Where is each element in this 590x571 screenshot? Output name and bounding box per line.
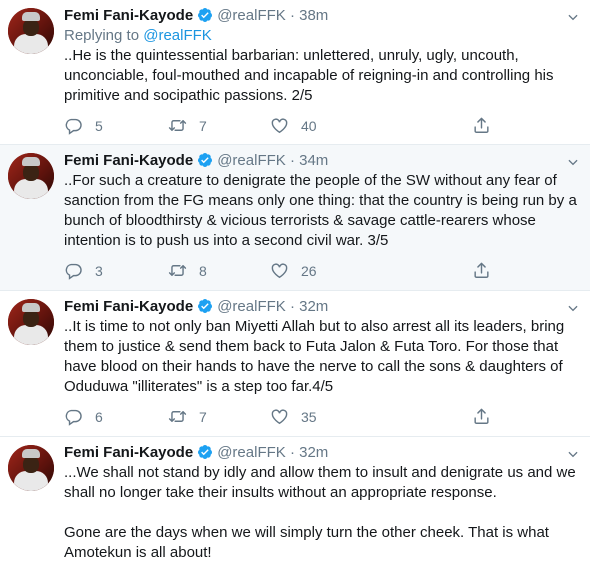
author-handle[interactable]: @realFFK [217, 7, 286, 24]
timestamp[interactable]: 32m [299, 298, 328, 315]
tweet-text: ...We shall not stand by idly and allow … [64, 463, 580, 563]
like-icon [271, 409, 288, 425]
verified-badge-icon [198, 8, 213, 22]
share-icon [474, 262, 489, 278]
avatar[interactable] [8, 8, 54, 54]
share-icon [474, 408, 489, 424]
like-icon [271, 118, 288, 134]
tweet-actions: 6 7 35 [64, 403, 580, 435]
reply-count: 3 [95, 262, 103, 279]
chevron-down-icon[interactable] [566, 301, 580, 315]
author-handle[interactable]: @realFFK [217, 444, 286, 461]
verified-badge-icon [198, 445, 213, 459]
tweet[interactable]: Femi Fani-Kayode @realFFK · 34m ..For suc… [0, 145, 590, 291]
author-handle[interactable]: @realFFK [217, 298, 286, 315]
tweet-paragraph: ...We shall not stand by idly and allow … [64, 464, 576, 501]
avatar[interactable] [8, 153, 54, 199]
tweet-text: ..He is the quintessential barbarian: un… [64, 47, 554, 104]
like-icon [271, 263, 288, 279]
like-count: 26 [301, 262, 317, 279]
tweet-text: ..It is time to not only ban Miyetti All… [64, 318, 565, 395]
retweet-icon [168, 411, 187, 422]
tweet-actions: 3 8 26 [64, 257, 580, 289]
verified-badge-icon [198, 153, 213, 167]
retweet-count: 8 [199, 262, 207, 279]
separator-dot: · [289, 298, 295, 315]
tweet-text: ..For such a creature to denigrate the p… [64, 172, 577, 249]
reply-count: 5 [95, 117, 103, 134]
separator-dot: · [289, 444, 295, 461]
reply-icon [65, 409, 82, 426]
chevron-down-icon[interactable] [566, 447, 580, 461]
retweet-icon [168, 265, 187, 276]
avatar[interactable] [8, 445, 54, 491]
reply-button[interactable]: 3 [64, 261, 103, 280]
share-icon [474, 117, 489, 133]
tweet[interactable]: Femi Fani-Kayode @realFFK · 32m ...We sha… [0, 437, 590, 571]
separator-dot: · [289, 152, 295, 169]
share-button[interactable] [472, 407, 491, 426]
tweet-actions: 5 7 40 [64, 112, 580, 144]
like-button[interactable]: 40 [270, 116, 317, 135]
like-count: 40 [301, 117, 317, 134]
reply-icon [65, 118, 82, 135]
separator-dot: · [289, 7, 295, 24]
chevron-down-icon[interactable] [566, 10, 580, 24]
replying-to: Replying to @realFFK [64, 26, 580, 46]
author-name[interactable]: Femi Fani-Kayode [64, 7, 193, 24]
timestamp[interactable]: 34m [299, 152, 328, 169]
tweet[interactable]: Femi Fani-Kayode @realFFK · 32m ..It is t… [0, 291, 590, 437]
author-name[interactable]: Femi Fani-Kayode [64, 152, 193, 169]
retweet-button[interactable]: 7 [168, 407, 207, 426]
tweet-paragraph: Gone are the days when we will simply tu… [64, 524, 549, 561]
retweet-button[interactable]: 8 [168, 261, 207, 280]
retweet-icon [168, 120, 187, 131]
replying-to-handle[interactable]: @realFFK [143, 27, 212, 44]
avatar[interactable] [8, 299, 54, 345]
retweet-button[interactable]: 7 [168, 116, 207, 135]
timestamp[interactable]: 38m [299, 7, 328, 24]
tweet[interactable]: Femi Fani-Kayode @realFFK · 38m Replying … [0, 0, 590, 145]
tweet-thread: Femi Fani-Kayode @realFFK · 38m Replying … [0, 0, 590, 571]
like-button[interactable]: 35 [270, 407, 317, 426]
share-button[interactable] [472, 261, 491, 280]
chevron-down-icon[interactable] [566, 155, 580, 169]
author-name[interactable]: Femi Fani-Kayode [64, 298, 193, 315]
reply-button[interactable]: 5 [64, 116, 103, 135]
reply-count: 6 [95, 408, 103, 425]
like-count: 35 [301, 408, 317, 425]
like-button[interactable]: 26 [270, 261, 317, 280]
author-handle[interactable]: @realFFK [217, 152, 286, 169]
author-name[interactable]: Femi Fani-Kayode [64, 444, 193, 461]
verified-badge-icon [198, 299, 213, 313]
reply-button[interactable]: 6 [64, 407, 103, 426]
retweet-count: 7 [199, 408, 207, 425]
timestamp[interactable]: 32m [299, 444, 328, 461]
share-button[interactable] [472, 116, 491, 135]
replying-to-label: Replying to [64, 27, 140, 44]
reply-icon [65, 263, 82, 280]
retweet-count: 7 [199, 117, 207, 134]
